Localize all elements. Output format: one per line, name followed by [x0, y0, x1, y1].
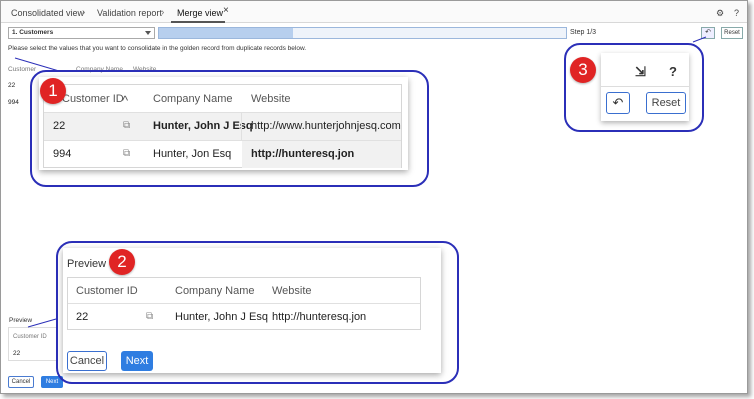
header-customer-id: Customer ID [76, 285, 138, 297]
cell-customer-id[interactable]: 994 [53, 148, 71, 160]
header-divider [68, 303, 420, 304]
divider [601, 86, 689, 87]
callout-1-card: Customer ID ^ Company Name Website 22 ⧉ … [39, 77, 408, 170]
callout-3-card: ⇲ ? ↶ Reset [601, 53, 689, 121]
cell-website: http://hunteresq.jon [272, 311, 367, 323]
preview-table: Customer ID Company Name Website 22 ⧉ Hu… [67, 277, 421, 330]
preview-title: Preview [67, 258, 107, 270]
header-customer-id[interactable]: Customer ID [62, 93, 124, 105]
sort-ascending-icon[interactable]: ^ [122, 93, 128, 108]
cell-company-name[interactable]: Hunter, Jon Esq [153, 148, 231, 160]
cell-customer-id: 22 [76, 311, 89, 323]
collapse-icon[interactable]: ⇲ [635, 64, 646, 80]
external-link-icon[interactable]: ⧉ [146, 311, 153, 322]
connector-line-3 [692, 36, 707, 43]
cell-divider [241, 113, 242, 140]
reset-button[interactable]: Reset [646, 92, 686, 114]
callout-badge-2: 2 [109, 249, 135, 275]
header-company-name: Company Name [175, 285, 255, 297]
external-link-icon[interactable]: ⧉ [123, 148, 130, 159]
header-company-name[interactable]: Company Name [153, 93, 232, 105]
cell-website[interactable]: http://hunteresq.jon [251, 148, 354, 160]
external-link-icon[interactable]: ⧉ [123, 120, 130, 131]
undo-button[interactable]: ↶ [606, 92, 630, 114]
undo-icon: ↶ [612, 95, 624, 110]
help-icon[interactable]: ? [669, 64, 677, 79]
next-button[interactable]: Next [121, 351, 153, 371]
header-website: Website [272, 285, 312, 297]
cell-website[interactable]: http://www.hunterjohnjesq.com [251, 120, 401, 132]
cancel-button[interactable]: Cancel [67, 351, 107, 371]
header-website[interactable]: Website [251, 93, 291, 105]
callout-badge-3: 3 [570, 57, 596, 83]
cell-company-name[interactable]: Hunter, John J Esq [153, 120, 253, 132]
connector-line-2 [27, 318, 57, 328]
app-window: Consolidated view › Validation report › … [0, 0, 748, 394]
callout-badge-1: 1 [40, 78, 66, 104]
cell-customer-id[interactable]: 22 [53, 120, 65, 132]
duplicate-records-table: Customer ID ^ Company Name Website 22 ⧉ … [43, 84, 402, 168]
cell-company-name: Hunter, John J Esq [175, 311, 268, 323]
